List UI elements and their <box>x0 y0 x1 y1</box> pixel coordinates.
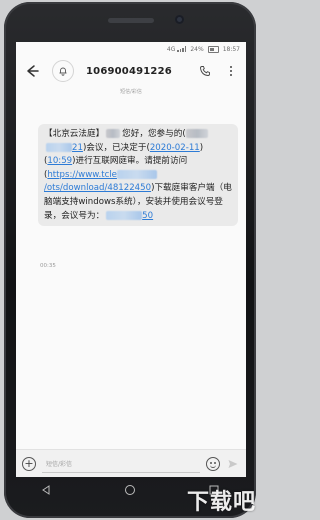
download-link[interactable]: https://www <box>47 170 98 180</box>
message-bubble[interactable]: 【北京云法庭】 您好，您参与的(21)会议，已决定于(2020-02-11)(10… <box>38 124 238 227</box>
add-attachment-icon[interactable]: + <box>22 456 36 471</box>
message-input[interactable]: 短信/彩信 <box>42 454 200 473</box>
composer-bar: + 短信/彩信 <box>16 449 246 477</box>
download-link[interactable]: /ots/download <box>44 183 104 193</box>
send-icon[interactable] <box>226 457 240 471</box>
message-text: 您好，您参与的( <box>122 129 186 139</box>
nav-back-icon[interactable] <box>40 481 52 500</box>
redacted-meeting-id <box>106 210 143 220</box>
date-link[interactable]: 2020-02-11 <box>150 143 200 153</box>
case-number-tail: 21 <box>72 142 83 153</box>
message-type-tag: 短信/彩信 <box>120 89 142 95</box>
redacted-case <box>185 129 208 138</box>
back-arrow-icon[interactable] <box>24 63 40 79</box>
notification-bell-icon[interactable] <box>52 60 74 82</box>
download-link[interactable]: .tcle <box>98 170 117 180</box>
nav-home-icon[interactable] <box>124 481 136 500</box>
front-camera <box>175 15 184 24</box>
time-link[interactable]: 10:59 <box>47 156 72 166</box>
message-timestamp: 00:35 <box>40 263 56 269</box>
signal-icon <box>177 46 187 52</box>
meeting-id-tail[interactable]: 50 <box>142 211 153 221</box>
conversation-header: 106900491226 <box>16 56 246 86</box>
download-link[interactable]: /48122450 <box>104 183 151 193</box>
contact-number-title: 106900491226 <box>86 65 172 77</box>
status-bar: 4G 24% 18:57 <box>16 42 246 56</box>
earpiece-speaker <box>108 18 154 23</box>
site-watermark: 下载吧 <box>186 490 256 515</box>
more-options-icon[interactable] <box>224 64 238 78</box>
screen: 4G 24% 18:57 106900491226 短信/彩信 【北京云法庭】 … <box>16 42 246 477</box>
battery-percent: 24% <box>190 45 204 53</box>
call-icon[interactable] <box>198 64 212 78</box>
network-indicator: 4G <box>166 45 187 53</box>
phone-frame: 4G 24% 18:57 106900491226 短信/彩信 【北京云法庭】 … <box>4 2 256 518</box>
message-text: )会议，已决定于( <box>82 142 150 153</box>
redacted-url <box>116 169 157 179</box>
emoji-icon[interactable] <box>206 456 220 471</box>
network-label: 4G <box>166 45 176 53</box>
battery-icon <box>207 45 219 53</box>
redacted-name <box>106 129 121 138</box>
clock: 18:57 <box>222 45 240 53</box>
redacted-case <box>46 142 72 152</box>
sender-tag: 【北京云法庭】 <box>44 129 105 139</box>
